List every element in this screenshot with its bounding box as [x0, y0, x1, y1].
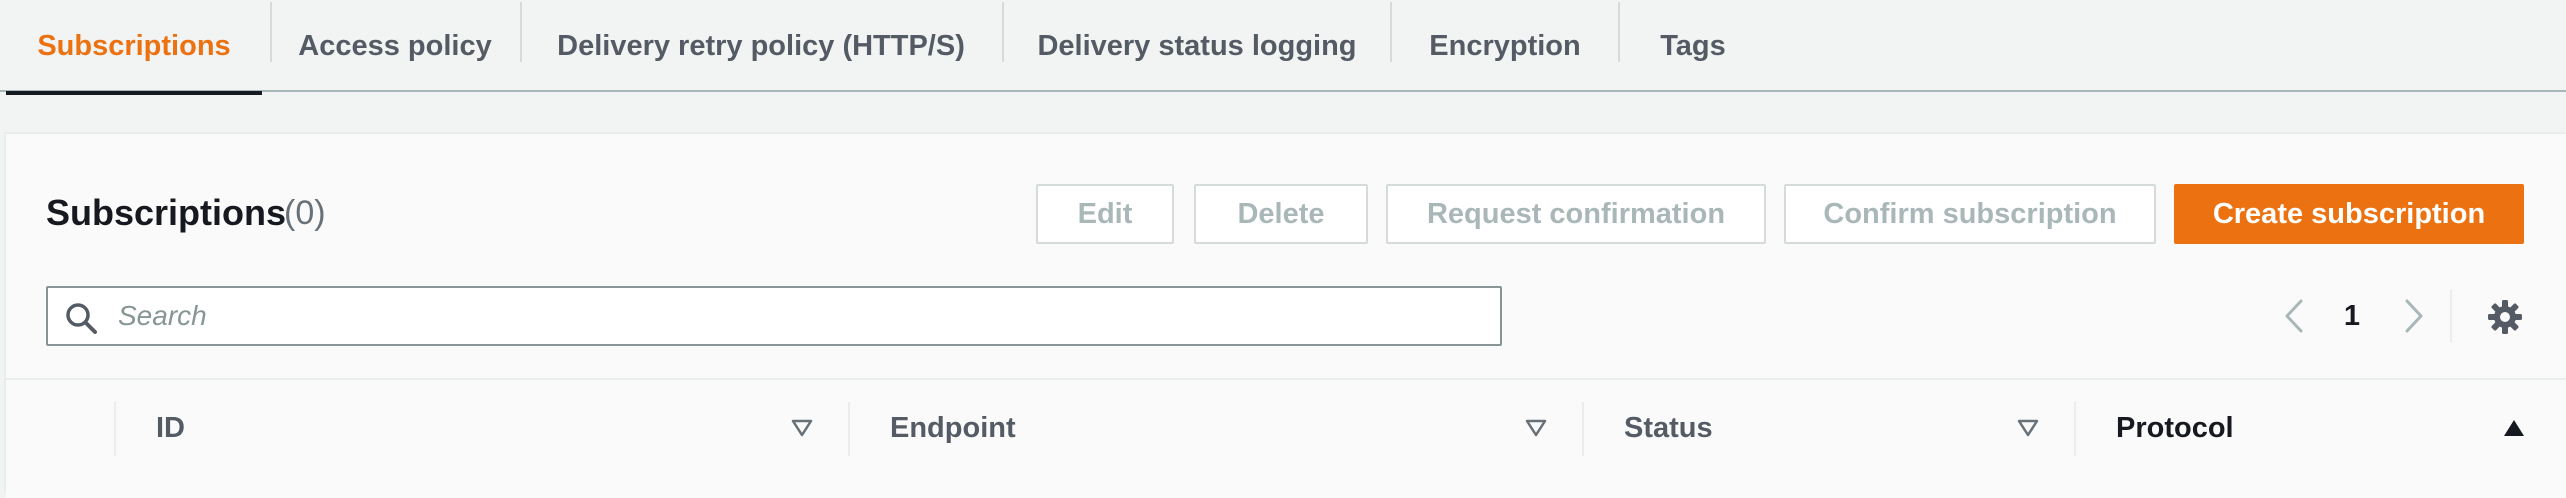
chevron-left-icon[interactable] [2282, 298, 2306, 334]
sort-icon[interactable] [790, 416, 814, 440]
tab-bar: Subscriptions Access policy Delivery ret… [0, 0, 2566, 95]
pager-divider [2450, 290, 2452, 342]
column-divider [114, 402, 116, 456]
column-header-endpoint[interactable]: Endpoint [890, 412, 1016, 445]
table-header: ID Endpoint Status Protocol [6, 378, 2566, 498]
gear-icon[interactable] [2486, 298, 2524, 336]
column-divider [2074, 402, 2076, 456]
column-header-status[interactable]: Status [1624, 412, 1713, 445]
tab-delivery-retry-policy[interactable]: Delivery retry policy (HTTP/S) [522, 0, 1000, 92]
tab-delivery-status-logging[interactable]: Delivery status logging [1004, 0, 1390, 92]
subscriptions-panel: Subscriptions (0) Edit Delete Request co… [4, 132, 2566, 498]
sort-icon[interactable] [2016, 416, 2040, 440]
sort-icon[interactable] [1524, 416, 1548, 440]
sort-ascending-icon[interactable] [2502, 416, 2526, 440]
chevron-right-icon[interactable] [2402, 298, 2426, 334]
create-subscription-button[interactable]: Create subscription [2174, 184, 2524, 244]
search-box[interactable] [46, 286, 1502, 346]
tab-subscriptions[interactable]: Subscriptions [6, 0, 262, 95]
tab-encryption[interactable]: Encryption [1392, 0, 1618, 92]
panel-title: Subscriptions [46, 192, 287, 233]
column-header-id[interactable]: ID [156, 412, 185, 445]
search-input[interactable] [118, 290, 1488, 342]
tab-tags[interactable]: Tags [1620, 0, 1766, 92]
tab-access-policy[interactable]: Access policy [272, 0, 518, 92]
column-divider [848, 402, 850, 456]
confirm-subscription-button[interactable]: Confirm subscription [1784, 184, 2156, 244]
subscription-count: (0) [284, 194, 326, 232]
column-divider [1582, 402, 1584, 456]
request-confirmation-button[interactable]: Request confirmation [1386, 184, 1766, 244]
search-icon [66, 303, 97, 334]
delete-button[interactable]: Delete [1194, 184, 1368, 244]
edit-button[interactable]: Edit [1036, 184, 1174, 244]
column-header-protocol[interactable]: Protocol [2116, 412, 2234, 445]
page-number[interactable]: 1 [2338, 300, 2366, 333]
